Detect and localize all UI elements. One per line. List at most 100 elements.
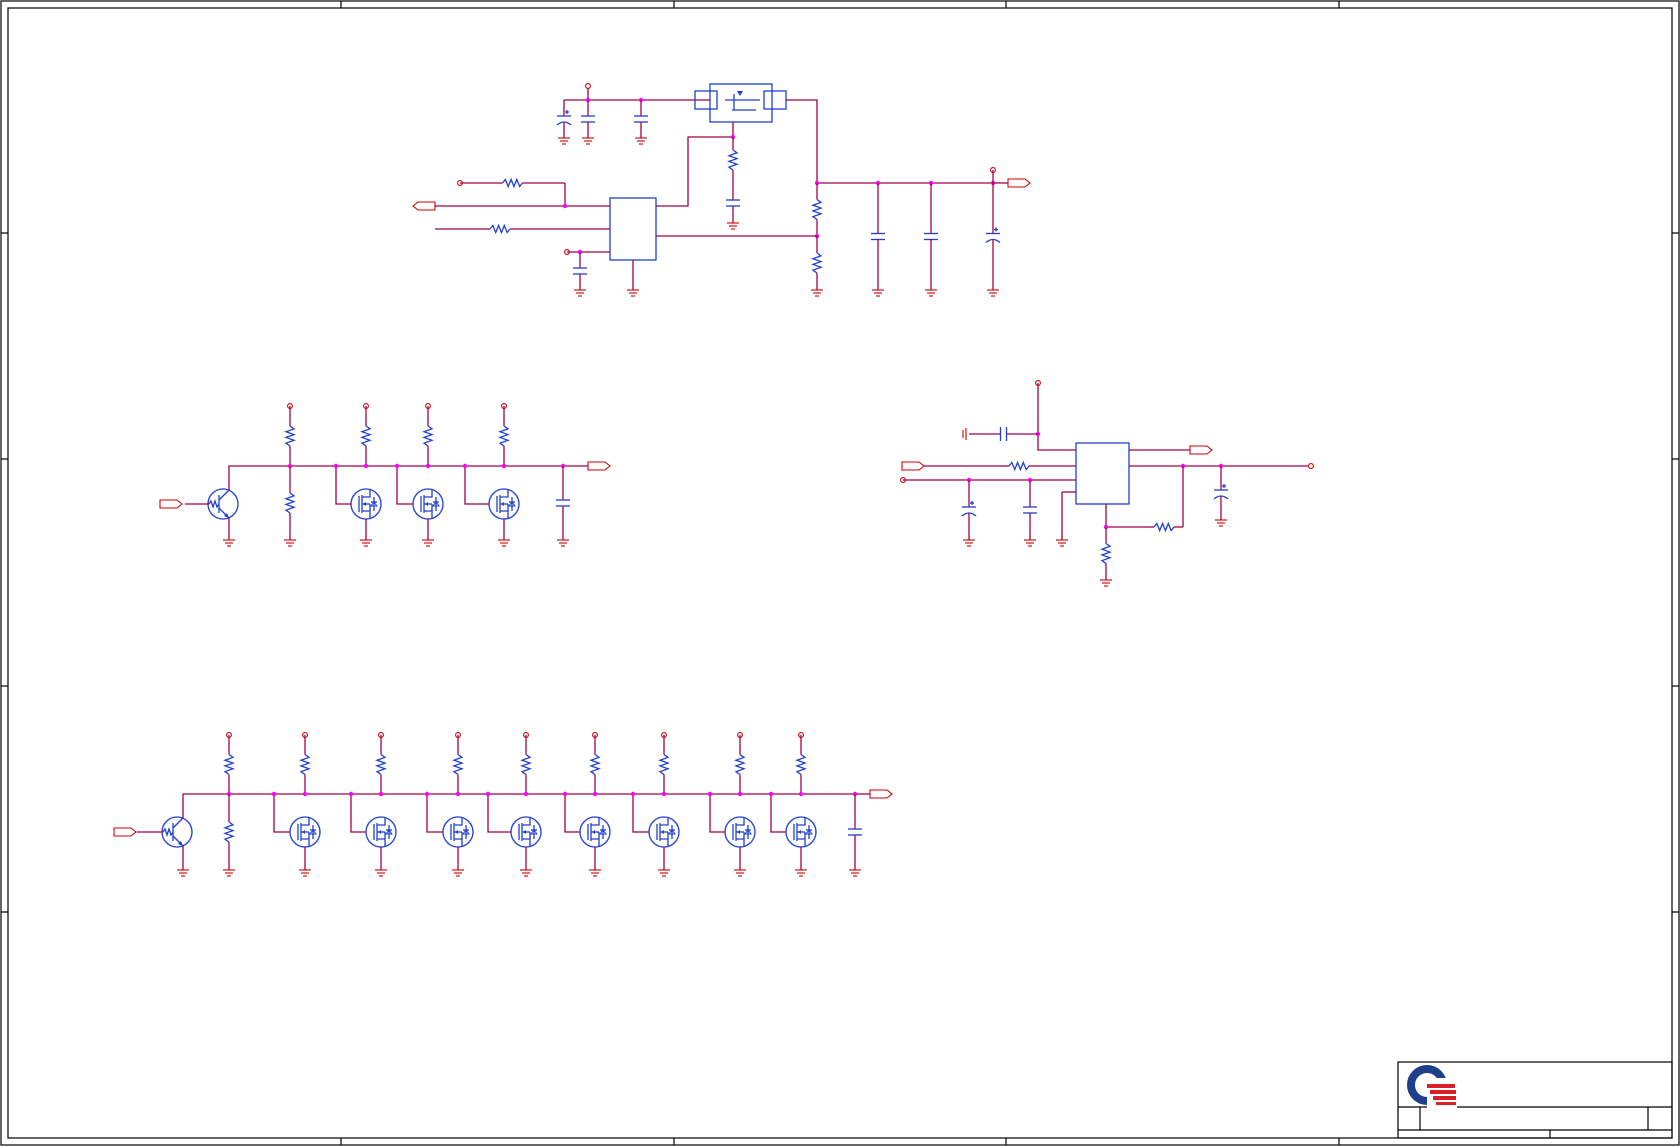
ground-symbol [795,869,807,877]
resistor [460,177,565,189]
wire [656,122,734,207]
resistor [1145,521,1183,533]
schematic-sheet [0,0,1680,1146]
junction-dot [661,791,667,797]
wire [273,794,290,833]
resistor [734,735,746,794]
mosfet [350,488,382,520]
mosfet [510,816,542,848]
junction-dot [798,791,804,797]
mosfet [785,816,817,848]
mosfet [488,488,520,520]
ground-symbol [1215,519,1227,527]
junction-dot [455,791,461,797]
resistor [284,406,296,466]
resistor [452,735,464,794]
wire [350,794,366,833]
net-port [159,499,183,509]
ground-symbol [452,869,464,877]
capacitor [969,427,1038,441]
mosfet [412,488,444,520]
junction-dot [485,791,491,797]
junction-dot [462,463,468,469]
junction-dot [378,791,384,797]
junction-dot [562,203,568,209]
ground-symbol [658,869,670,877]
polarized-capacitor [556,100,572,138]
ground-symbol [557,539,569,547]
resistor [795,735,807,794]
npn-transistor [207,488,239,520]
ground-symbol [558,137,570,145]
junction-dot [348,791,354,797]
ground-symbol [498,539,510,547]
junction-dot [562,791,568,797]
capacitor [556,466,570,540]
power-symbol [585,83,591,89]
resistor [223,794,235,870]
ground-symbol [734,869,746,877]
company-logo [1407,1065,1457,1108]
power-mosfet [709,83,773,123]
resistor [375,735,387,794]
capacitor [871,183,885,290]
ground-symbol [727,222,739,230]
ground-symbol [627,289,639,297]
capacitor [634,100,648,138]
ground-symbol [223,539,235,547]
ground-symbol [589,869,601,877]
capacitor [726,183,740,223]
wire [228,465,563,490]
capacitor [848,794,862,870]
junction-dot [302,791,308,797]
resistor [658,735,670,794]
wire [1037,383,1076,451]
ground-symbol [520,869,532,877]
ground-symbol [1056,539,1068,547]
title-block [1397,1061,1673,1139]
mosfet [365,816,397,848]
resistor [1000,460,1038,472]
resistor [589,735,601,794]
ground-symbol [925,289,937,297]
junction-dot [737,791,743,797]
ground-symbol [360,539,372,547]
resistor [1100,527,1112,580]
ground-symbol [299,869,311,877]
wire [632,794,649,833]
regulator-ic [609,197,657,261]
junction-dot [501,463,507,469]
wire [487,794,511,833]
wire [396,466,413,505]
ground-symbol [987,289,999,297]
resistor [284,466,296,540]
junction-dot [363,463,369,469]
resistor [435,223,565,235]
wire [426,794,443,833]
ground-symbol [1024,539,1036,547]
mosfet [648,816,680,848]
resistor [727,137,739,183]
junction-dot [592,791,598,797]
wire [564,794,580,833]
mosfet [724,816,756,848]
schematic-canvas [0,0,1680,1146]
capacitor [924,183,938,290]
resistor [520,735,532,794]
ground-symbol [422,539,434,547]
ground-symbol [582,137,594,145]
wire [335,466,351,505]
junction-dot [630,791,636,797]
capacitor [573,252,587,290]
mosfet [579,816,611,848]
circuit-layer [113,83,1314,877]
ground-symbol [849,869,861,877]
ground-symbol [375,869,387,877]
npn-transistor [161,816,193,848]
ground-symbol [284,539,296,547]
resistor [223,735,235,794]
junction-dot [523,791,529,797]
resistor [811,183,823,236]
mosfet [289,816,321,848]
net-port [869,789,893,799]
